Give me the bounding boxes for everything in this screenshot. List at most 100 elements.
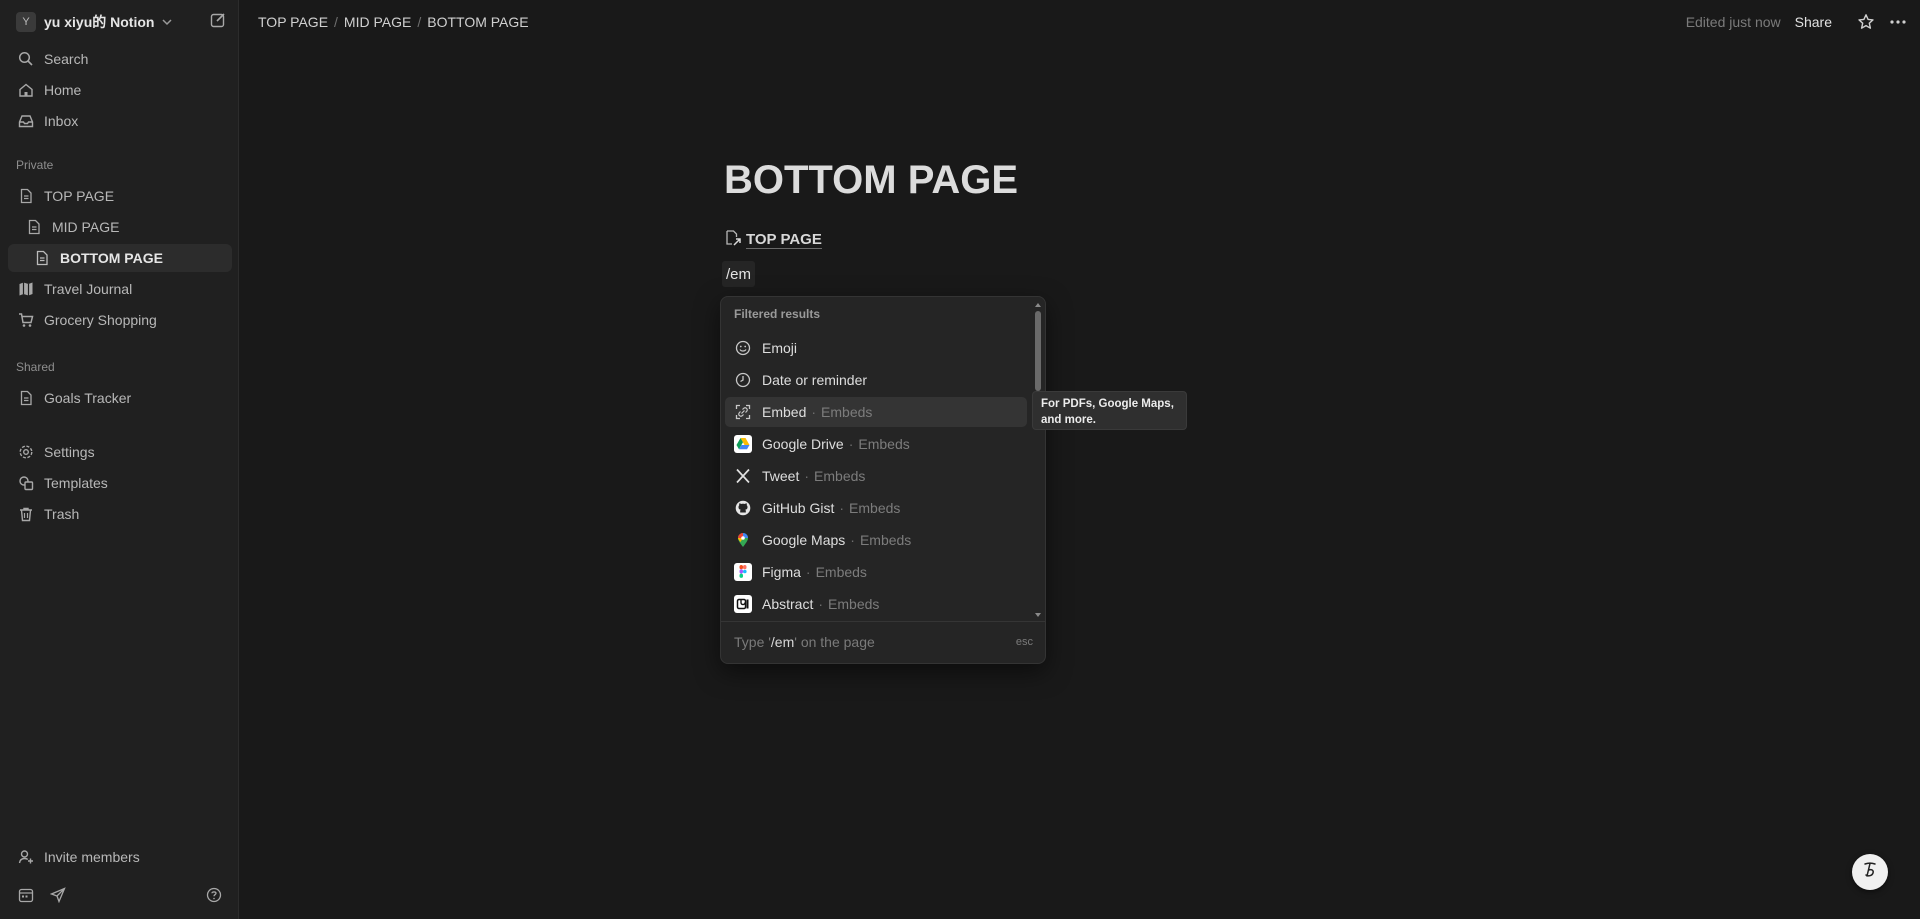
- menu-item-figma[interactable]: Figma · Embeds: [725, 557, 1027, 587]
- cart-icon: [16, 310, 36, 330]
- chevron-down-icon: [160, 15, 174, 29]
- notion-ai-button[interactable]: [1852, 854, 1888, 890]
- menu-item-label: Google Drive: [762, 436, 844, 452]
- menu-item-embed[interactable]: Embed · Embeds: [725, 397, 1027, 427]
- sidebar-item-inbox[interactable]: Inbox: [8, 107, 232, 135]
- sidebar-item-top-page[interactable]: TOP PAGE: [8, 182, 232, 210]
- sidebar-item-travel-journal[interactable]: Travel Journal: [8, 275, 232, 303]
- menu-item-tweet[interactable]: Tweet · Embeds: [725, 461, 1027, 491]
- private-section-label: Private: [16, 158, 54, 172]
- sidebar-item-goals-tracker[interactable]: Goals Tracker: [8, 384, 232, 412]
- page-icon: [16, 388, 36, 408]
- menu-item-category: Embeds: [815, 564, 867, 580]
- sidebar-item-trash[interactable]: Trash: [8, 500, 232, 528]
- abstract-icon: [734, 595, 752, 613]
- sidebar-item-label: Travel Journal: [44, 281, 133, 297]
- menu-item-date-reminder[interactable]: Date or reminder: [725, 365, 1027, 395]
- menu-divider: [721, 621, 1045, 622]
- edited-status: Edited just now: [1685, 14, 1781, 30]
- sidebar-item-templates[interactable]: Templates: [8, 469, 232, 497]
- sidebar-item-search[interactable]: Search: [8, 45, 232, 73]
- sidebar-item-bottom-page[interactable]: BOTTOM PAGE: [8, 244, 232, 272]
- send-icon[interactable]: [48, 885, 68, 905]
- menu-item-github-gist[interactable]: GitHub Gist · Embeds: [725, 493, 1027, 523]
- tooltip-line: For PDFs, Google Maps,: [1041, 398, 1174, 410]
- breadcrumb-item[interactable]: BOTTOM PAGE: [421, 14, 534, 30]
- trash-icon: [16, 504, 36, 524]
- slash-command-input[interactable]: /em: [722, 261, 756, 287]
- menu-item-label: Abstract: [762, 596, 814, 612]
- menu-item-label: Google Maps: [762, 532, 846, 548]
- linked-page-icon: [724, 229, 742, 252]
- workspace-avatar: Y: [16, 12, 36, 32]
- footer-suffix: ' on the page: [794, 634, 875, 650]
- more-options-icon[interactable]: [1886, 10, 1910, 34]
- sidebar-item-label: Grocery Shopping: [44, 312, 157, 328]
- sidebar-item-label: Invite members: [44, 849, 140, 865]
- page-link-label: TOP PAGE: [746, 231, 822, 249]
- menu-item-category: Embeds: [821, 404, 873, 420]
- invite-members-button[interactable]: Invite members: [8, 843, 232, 871]
- esc-hint: esc: [1015, 636, 1033, 648]
- menu-item-category: Embeds: [828, 596, 880, 612]
- separator-dot: ·: [805, 564, 811, 580]
- menu-item-category: Embeds: [858, 436, 910, 452]
- x-icon: [734, 467, 752, 485]
- sidebar-item-label: Settings: [44, 444, 95, 460]
- page-title[interactable]: BOTTOM PAGE: [724, 158, 1018, 203]
- embed-icon: [734, 403, 752, 421]
- sidebar-item-label: Trash: [44, 506, 80, 522]
- menu-item-label: Figma: [762, 564, 801, 580]
- clock-icon: [734, 371, 752, 389]
- gear-icon: [16, 442, 36, 462]
- sidebar-item-label: Templates: [44, 475, 108, 491]
- github-icon: [734, 499, 752, 517]
- scroll-thumb[interactable]: [1035, 311, 1041, 391]
- notion-app: Y yu xiyu的 Notion Search Home Inbox Priv…: [0, 0, 1920, 919]
- menu-item-google-maps[interactable]: Google Maps · Embeds: [725, 525, 1027, 555]
- sidebar-item-home[interactable]: Home: [8, 76, 232, 104]
- embed-tooltip: For PDFs, Google Maps, and more.: [1032, 391, 1187, 430]
- scroll-up-arrow[interactable]: [1035, 303, 1041, 307]
- separator-dot: ·: [818, 596, 824, 612]
- menu-item-google-drive[interactable]: Google Drive · Embeds: [725, 429, 1027, 459]
- menu-item-emoji[interactable]: Emoji: [725, 333, 1027, 363]
- topbar: TOP PAGE / MID PAGE / BOTTOM PAGE Edited…: [240, 0, 1920, 44]
- sidebar-item-mid-page[interactable]: MID PAGE: [16, 213, 232, 241]
- shared-section-label: Shared: [16, 360, 55, 374]
- star-icon[interactable]: [1854, 10, 1878, 34]
- menu-scrollbar[interactable]: [1034, 303, 1042, 617]
- menu-item-label: Tweet: [762, 468, 800, 484]
- menu-item-label: Embed: [762, 404, 807, 420]
- separator-dot: ·: [811, 404, 817, 420]
- slash-command-menu: Filtered results Emoji Date or reminder …: [720, 296, 1046, 664]
- scroll-down-arrow[interactable]: [1035, 613, 1041, 617]
- sidebar-item-settings[interactable]: Settings: [8, 438, 232, 466]
- breadcrumb-item[interactable]: TOP PAGE: [252, 14, 334, 30]
- map-icon: [16, 279, 36, 299]
- menu-item-category: Embeds: [849, 500, 901, 516]
- calendar-icon[interactable]: [16, 885, 36, 905]
- help-icon[interactable]: [204, 885, 224, 905]
- sidebar-item-label: TOP PAGE: [44, 188, 115, 204]
- compose-icon: [209, 11, 227, 34]
- page-link-top-page[interactable]: TOP PAGE: [724, 228, 822, 252]
- sidebar-item-label: Search: [44, 51, 89, 67]
- figma-icon: [734, 563, 752, 581]
- breadcrumb: TOP PAGE / MID PAGE / BOTTOM PAGE: [252, 14, 535, 30]
- share-button[interactable]: Share: [1795, 14, 1832, 30]
- workspace-switcher[interactable]: Y yu xiyu的 Notion: [8, 10, 230, 34]
- sidebar-item-label: BOTTOM PAGE: [60, 250, 163, 266]
- sidebar-item-grocery-shopping[interactable]: Grocery Shopping: [8, 306, 232, 334]
- google-drive-icon: [734, 435, 752, 453]
- page-icon: [32, 248, 52, 268]
- menu-item-abstract[interactable]: Abstract · Embeds: [725, 589, 1027, 619]
- breadcrumb-item[interactable]: MID PAGE: [338, 14, 417, 30]
- menu-item-label: Emoji: [762, 340, 798, 356]
- separator-dot: ·: [804, 468, 810, 484]
- separator-dot: ·: [848, 436, 854, 452]
- emoji-icon: [734, 339, 752, 357]
- new-page-button[interactable]: [208, 12, 228, 32]
- notion-ai-icon: [1859, 859, 1881, 886]
- sidebar-item-label: Inbox: [44, 113, 79, 129]
